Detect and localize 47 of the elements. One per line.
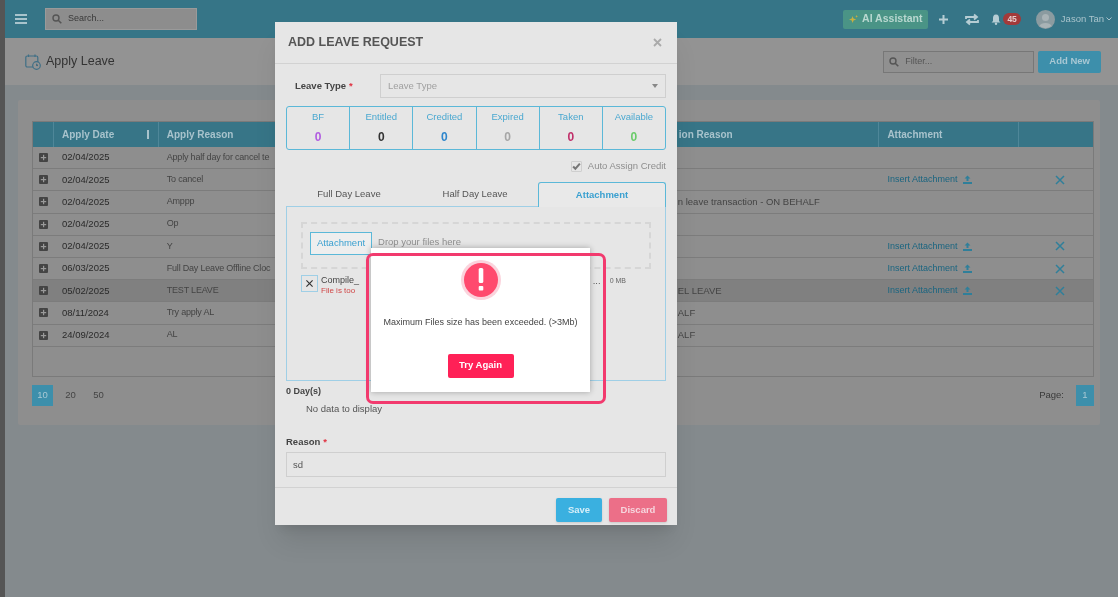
empty-message: No data to display xyxy=(306,401,384,416)
table-cell: 02/04/2025 xyxy=(61,150,110,165)
file-name-ellipsis: ... xyxy=(592,275,601,286)
file-name: Compile_ xyxy=(321,275,360,286)
table-cell: Amppp xyxy=(166,195,195,209)
table-cell: 05/02/2025 xyxy=(61,283,110,298)
table-cell-text: ALF xyxy=(677,327,696,342)
table-cell-text: Full Day Leave Offline Cloc xyxy=(166,261,271,275)
days-total: 0 Day(s) xyxy=(286,385,322,398)
table-cell-text: 02/04/2025 xyxy=(61,194,110,209)
table-cell: 06/03/2025 xyxy=(61,261,110,276)
table-cell: 02/04/2025 xyxy=(61,239,110,254)
file-error: File is too xyxy=(321,286,357,296)
table-cell-text: ALF xyxy=(677,305,696,320)
field-label: Reason xyxy=(286,434,321,449)
balance-value: 0 xyxy=(504,129,511,147)
balance-label: Expired xyxy=(491,109,524,124)
balance-value: 0 xyxy=(377,129,385,147)
balance-label: BF xyxy=(312,109,325,124)
field-label: Leave Type xyxy=(295,78,347,93)
page-title: Apply Leave xyxy=(46,53,115,71)
table-cell: 02/04/2025 xyxy=(61,172,110,187)
required-mark: * xyxy=(349,78,353,93)
page-label: Page: xyxy=(1039,387,1064,402)
table-cell-text: 24/09/2024 xyxy=(61,327,110,342)
table-cell-text: 08/11/2024 xyxy=(61,305,109,320)
table-cell: Op xyxy=(166,217,179,231)
table-cell-text: Y xyxy=(166,239,173,253)
balance-value: 0 xyxy=(441,129,448,147)
balance-label: Credited xyxy=(426,109,463,124)
alert-message: Maximum Files size has been exceeded. (>3Mb) xyxy=(383,316,578,329)
balance-value: 0 xyxy=(314,129,322,147)
table-cell: 02/04/2025 xyxy=(61,217,110,232)
balance-label: Taken xyxy=(558,109,584,124)
checkbox-label: Auto Assign Credit xyxy=(587,158,666,173)
required-mark: * xyxy=(323,434,328,449)
table-cell: To cancel xyxy=(166,173,203,187)
table-cell: Try apply AL xyxy=(166,306,215,320)
notification-badge: 45 xyxy=(1003,13,1021,25)
table-cell: AL xyxy=(166,328,178,342)
drop-placeholder: Drop your files here xyxy=(378,235,461,250)
table-cell-text: Apply half day for cancel te xyxy=(166,150,270,164)
balance-label: Available xyxy=(614,109,654,124)
balance-value: 0 xyxy=(630,129,638,147)
balance-value: 0 xyxy=(567,129,575,147)
modal-title: ADD LEAVE REQUEST xyxy=(288,34,424,52)
balance-label: Entitled xyxy=(365,109,398,124)
